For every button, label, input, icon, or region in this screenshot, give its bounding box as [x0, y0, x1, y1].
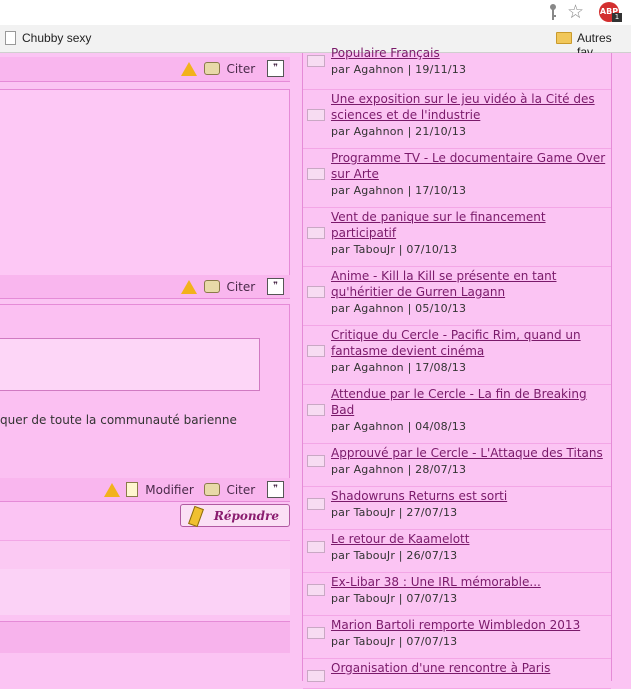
- news-meta: par TabouJr | 26/07/13: [331, 549, 458, 562]
- multiquote-icon[interactable]: ❞: [267, 278, 284, 295]
- news-title-link[interactable]: Attendue par le Cercle - La fin de Break…: [331, 386, 607, 418]
- news-meta: par Agahnon | 17/08/13: [331, 361, 467, 374]
- envelope-icon: [307, 345, 325, 357]
- news-title-link[interactable]: Programme TV - Le documentaire Game Over…: [331, 150, 607, 182]
- post-body: Citer ❞: [0, 89, 290, 299]
- news-meta: par TabouJr | 07/10/13: [331, 243, 458, 256]
- news-meta: par Agahnon | 17/10/13: [331, 184, 467, 197]
- news-meta: par TabouJr | 07/07/13: [331, 592, 458, 605]
- section-body: [0, 653, 290, 681]
- news-meta: par Agahnon | 05/10/13: [331, 302, 467, 315]
- post-footer: Citer ❞: [0, 57, 290, 82]
- news-item: Ex-Libar 38 : Une IRL mémorable... par Ta…: [303, 572, 611, 616]
- news-item: Organisation d'une rencontre à Paris: [303, 658, 611, 689]
- news-title-link[interactable]: Marion Bartoli remporte Wimbledon 2013: [331, 617, 607, 633]
- news-item: Approuvé par le Cercle - L'Attaque des T…: [303, 443, 611, 487]
- envelope-icon: [307, 404, 325, 416]
- quote-icon: [203, 280, 220, 293]
- news-title-link[interactable]: Shadowruns Returns est sorti: [331, 488, 607, 504]
- news-item: Une exposition sur le jeu vidéo à la Cit…: [303, 89, 611, 149]
- edit-button[interactable]: Modifier: [145, 483, 194, 497]
- news-title-link[interactable]: Une exposition sur le jeu vidéo à la Cit…: [331, 91, 607, 123]
- pencil-icon: [188, 505, 204, 528]
- envelope-icon: [307, 627, 325, 639]
- section-spacer: [0, 569, 290, 615]
- envelope-icon: [307, 670, 325, 682]
- envelope-icon: [307, 109, 325, 121]
- news-meta: par TabouJr | 27/07/13: [331, 506, 458, 519]
- bookmark-chubby[interactable]: Chubby sexy: [22, 31, 91, 45]
- envelope-icon: [307, 55, 325, 67]
- page-icon: [5, 31, 16, 45]
- news-title-link[interactable]: Vent de panique sur le financement parti…: [331, 209, 607, 241]
- news-meta: par Agahnon | 28/07/13: [331, 463, 467, 476]
- quote-button[interactable]: Citer: [226, 280, 255, 294]
- section-divider: [0, 540, 290, 570]
- key-icon[interactable]: [549, 3, 557, 21]
- browser-toolbar: ☆ ABP 1: [0, 0, 631, 25]
- news-title-link[interactable]: Approuvé par le Cercle - L'Attaque des T…: [331, 445, 607, 461]
- news-meta: par Agahnon | 21/10/13: [331, 125, 467, 138]
- reply-label: Répondre: [213, 509, 279, 523]
- news-title-link[interactable]: Organisation d'une rencontre à Paris: [331, 660, 607, 676]
- report-icon[interactable]: [180, 279, 197, 294]
- news-meta: par TabouJr | 07/07/13: [331, 635, 458, 648]
- quote-box: [0, 338, 260, 391]
- sidebar-gutter: [612, 53, 631, 681]
- envelope-icon: [307, 168, 325, 180]
- news-item: Vent de panique sur le financement parti…: [303, 207, 611, 267]
- reply-button[interactable]: Répondre: [180, 504, 290, 528]
- envelope-icon: [307, 227, 325, 239]
- quote-button[interactable]: Citer: [226, 483, 255, 497]
- news-title-link[interactable]: Populaire Français: [331, 45, 607, 61]
- news-sidebar: Populaire Français par Agahnon | 19/11/13…: [302, 46, 612, 689]
- post-body: quer de toute la communauté barienne Mod…: [0, 304, 290, 502]
- section-header: [0, 621, 290, 654]
- quote-icon: [203, 483, 220, 496]
- news-item: Populaire Français par Agahnon | 19/11/13: [303, 43, 611, 90]
- report-icon[interactable]: [180, 61, 197, 76]
- news-title-link[interactable]: Anime - Kill la Kill se présente en tant…: [331, 268, 607, 300]
- post-text: quer de toute la communauté barienne: [0, 413, 237, 427]
- news-item: Attendue par le Cercle - La fin de Break…: [303, 384, 611, 444]
- post-footer: Citer ❞: [0, 275, 290, 298]
- news-meta: par Agahnon | 04/08/13: [331, 420, 467, 433]
- news-item: Programme TV - Le documentaire Game Over…: [303, 148, 611, 208]
- news-title-link[interactable]: Ex-Libar 38 : Une IRL mémorable...: [331, 574, 607, 590]
- multiquote-icon[interactable]: ❞: [267, 481, 284, 498]
- quote-button[interactable]: Citer: [226, 62, 255, 76]
- news-title-link[interactable]: Le retour de Kaamelott: [331, 531, 607, 547]
- news-item: Marion Bartoli remporte Wimbledon 2013 pa…: [303, 615, 611, 659]
- news-item: Anime - Kill la Kill se présente en tant…: [303, 266, 611, 326]
- forum-column: Citer ❞ Citer ❞ quer de toute la communa…: [0, 53, 292, 681]
- news-title-link[interactable]: Critique du Cercle - Pacific Rim, quand …: [331, 327, 607, 359]
- adblock-badge: 1: [612, 13, 622, 22]
- news-item: Critique du Cercle - Pacific Rim, quand …: [303, 325, 611, 385]
- news-meta: par Agahnon | 19/11/13: [331, 63, 467, 76]
- envelope-icon: [307, 541, 325, 553]
- news-item: Shadowruns Returns est sorti par TabouJr …: [303, 486, 611, 530]
- multiquote-icon[interactable]: ❞: [267, 60, 284, 77]
- envelope-icon: [307, 498, 325, 510]
- envelope-icon: [307, 584, 325, 596]
- post-footer: Modifier Citer ❞: [0, 478, 290, 501]
- envelope-icon: [307, 455, 325, 467]
- news-item: Le retour de Kaamelott par TabouJr | 26/0…: [303, 529, 611, 573]
- edit-icon: [126, 482, 139, 497]
- quote-icon: [203, 62, 220, 75]
- envelope-icon: [307, 286, 325, 298]
- bookmark-star-icon[interactable]: ☆: [567, 1, 584, 23]
- report-icon[interactable]: [103, 482, 120, 497]
